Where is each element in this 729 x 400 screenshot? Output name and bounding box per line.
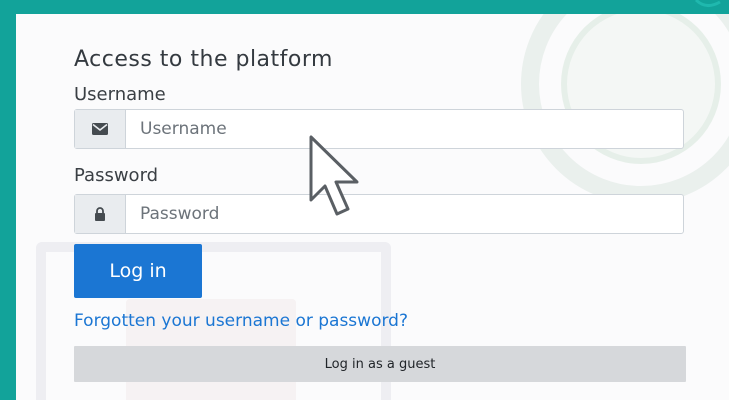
envelope-icon: [75, 110, 126, 148]
lock-icon: [75, 195, 126, 233]
username-input[interactable]: [126, 110, 683, 148]
mouse-pointer-icon: [309, 135, 359, 216]
corner-accent-icon: [694, 0, 721, 7]
page-title: Access to the platform: [74, 47, 333, 72]
guest-login-button[interactable]: Log in as a guest: [74, 346, 686, 382]
password-input-group: [74, 194, 684, 234]
username-label: Username: [74, 84, 166, 105]
login-panel: Access to the platform Username Password…: [16, 14, 729, 400]
forgot-password-link[interactable]: Forgotten your username or password?: [74, 311, 408, 331]
login-button[interactable]: Log in: [74, 244, 202, 298]
password-input[interactable]: [126, 195, 683, 233]
password-label: Password: [74, 165, 159, 186]
username-input-group: [74, 109, 684, 149]
